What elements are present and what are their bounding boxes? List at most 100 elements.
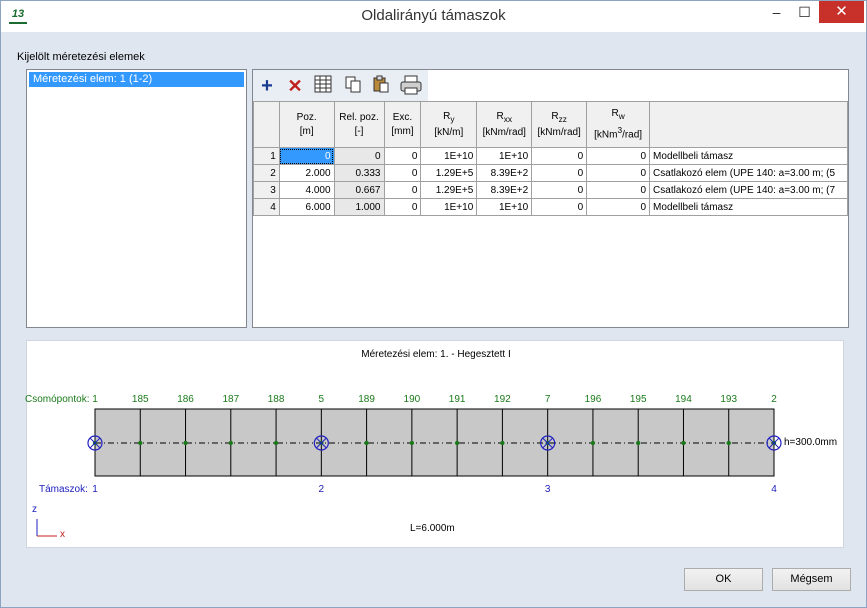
node-point	[454, 440, 460, 446]
node-point	[590, 440, 596, 446]
cell-exc[interactable]: 0	[383, 164, 422, 182]
row-number-header	[253, 101, 280, 148]
node-point	[726, 440, 731, 446]
cell-exc[interactable]: 0	[383, 147, 422, 165]
support-label: 4	[771, 484, 777, 495]
column-header-relpoz[interactable]: Rel. poz. [-]	[333, 101, 385, 148]
axis-z-label: z	[32, 504, 37, 515]
node-label: 193	[720, 394, 738, 405]
cell-ry[interactable]: 1.29E+5	[420, 164, 478, 182]
cell-poz[interactable]: 4.000	[278, 181, 335, 199]
dialog-window: 13 Oldalirányú támaszok – ☐ ✕ Kijelölt m…	[0, 0, 867, 608]
columns-icon[interactable]	[311, 74, 335, 98]
cell-rxx[interactable]: 1E+10	[476, 198, 533, 216]
column-header-rzz[interactable]: Rzz [kNm/rad]	[531, 101, 588, 148]
cell-poz[interactable]: 2.000	[278, 164, 335, 182]
column-header-rw[interactable]: Rw [kNm3/rad]	[586, 101, 651, 148]
cell-poz[interactable]: 0	[278, 147, 335, 165]
node-label: 7	[544, 394, 551, 405]
node-point	[273, 440, 279, 446]
table-row[interactable]: 1 0 0 0 1E+10 1E+10 0 0 Modellbeli támas…	[253, 147, 848, 165]
table-row[interactable]: 3 4.000 0.667 0 1.29E+5 8.39E+2 0 0 Csat…	[253, 181, 848, 199]
beam-drawing	[36, 408, 782, 537]
minimize-button[interactable]: –	[763, 1, 790, 23]
node-point	[409, 440, 415, 446]
cell-rxx[interactable]: 8.39E+2	[476, 164, 533, 182]
beam-diagram: Méretezési elem: 1. - Hegesztett I Csomó…	[25, 340, 844, 548]
support-label: 3	[544, 484, 551, 495]
node-label: 188	[267, 394, 285, 405]
cell-rw[interactable]: 0	[586, 198, 651, 216]
copy-icon[interactable]	[341, 74, 365, 98]
window-title: Oldalirányú támaszok	[361, 7, 506, 24]
node-label: 192	[494, 394, 511, 405]
cell-rw[interactable]: 0	[586, 147, 651, 165]
supports-table: Poz. [m] Rel. poz. [-] Exc. [mm] Ry [kN/m] R…	[253, 101, 848, 216]
list-item[interactable]: Méretezési elem: 1 (1-2)	[29, 72, 244, 87]
cell-description[interactable]: Modellbeli támasz	[649, 198, 848, 216]
column-header-ry[interactable]: Ry [kN/m]	[420, 101, 478, 148]
cell-description[interactable]: Modellbeli támasz	[649, 147, 848, 165]
cell-ry[interactable]: 1E+10	[420, 147, 478, 165]
cell-rxx[interactable]: 1E+10	[476, 147, 533, 165]
close-button[interactable]: ✕	[819, 1, 864, 23]
support-label: 1	[92, 484, 98, 495]
height-label: h=300.0mm	[784, 437, 838, 448]
node-label: 187	[222, 394, 240, 405]
table-row[interactable]: 4 6.000 1.000 0 1E+10 1E+10 0 0 Modellbe…	[253, 198, 848, 216]
paste-icon[interactable]	[369, 74, 393, 98]
node-label: 194	[675, 394, 692, 405]
maximize-button[interactable]: ☐	[791, 1, 818, 23]
cell-poz[interactable]: 6.000	[278, 198, 335, 216]
column-header-exc[interactable]: Exc. [mm]	[383, 101, 422, 148]
column-header-description	[649, 101, 848, 148]
node-label: 1	[92, 394, 98, 405]
cell-relpoz: 0	[333, 147, 385, 165]
title-bar: 13 Oldalirányú támaszok – ☐ ✕	[1, 1, 866, 32]
node-point	[138, 440, 143, 446]
delete-icon[interactable]: ✕	[283, 74, 307, 98]
node-label: 5	[318, 394, 325, 405]
node-label: 189	[358, 394, 375, 405]
node-point	[636, 440, 641, 446]
column-header-poz[interactable]: Poz. [m]	[278, 101, 335, 148]
node-label: 2	[771, 394, 777, 405]
table-row[interactable]: 2 2.000 0.333 0 1.29E+5 8.39E+2 0 0 Csat…	[253, 164, 848, 182]
cell-relpoz: 0.667	[333, 181, 385, 199]
cell-ry[interactable]: 1.29E+5	[420, 181, 478, 199]
cell-rw[interactable]: 0	[586, 164, 651, 182]
node-label: 185	[131, 394, 149, 405]
cell-relpoz: 0.333	[333, 164, 385, 182]
column-header-rxx[interactable]: Rxx [kNm/rad]	[476, 101, 533, 148]
cancel-button[interactable]: Mégsem	[772, 568, 851, 591]
cell-exc[interactable]: 0	[383, 198, 422, 216]
node-point	[228, 440, 233, 446]
cell-ry[interactable]: 1E+10	[420, 198, 478, 216]
cell-rzz[interactable]: 0	[531, 198, 588, 216]
length-label: L=6.000m	[410, 523, 455, 534]
cell-description[interactable]: Csatlakozó elem (UPE 140: a=3.00 m; (5	[649, 164, 848, 182]
cell-relpoz: 1.000	[333, 198, 385, 216]
row-number: 2	[253, 164, 280, 182]
element-list[interactable]: Méretezési elem: 1 (1-2)	[26, 69, 247, 328]
cell-rzz[interactable]: 0	[531, 164, 588, 182]
node-label: 186	[177, 394, 194, 405]
cell-rzz[interactable]: 0	[531, 147, 588, 165]
ok-button[interactable]: OK	[684, 568, 763, 591]
node-point	[364, 440, 369, 446]
add-icon[interactable]: +	[255, 74, 279, 98]
print-icon[interactable]	[397, 74, 425, 98]
cell-rzz[interactable]: 0	[531, 181, 588, 199]
node-point	[500, 440, 505, 446]
cell-rw[interactable]: 0	[586, 181, 651, 199]
toolbar: + ✕	[253, 70, 428, 101]
row-number: 4	[253, 198, 280, 216]
cell-exc[interactable]: 0	[383, 181, 422, 199]
row-number: 3	[253, 181, 280, 199]
cell-description[interactable]: Csatlakozó elem (UPE 140: a=3.00 m; (7	[649, 181, 848, 199]
selected-elements-label: Kijelölt méretezési elemek	[17, 51, 145, 63]
node-label: 190	[403, 394, 421, 405]
cell-rxx[interactable]: 8.39E+2	[476, 181, 533, 199]
axis-x-label: x	[60, 529, 65, 540]
node-label: 191	[448, 394, 466, 405]
